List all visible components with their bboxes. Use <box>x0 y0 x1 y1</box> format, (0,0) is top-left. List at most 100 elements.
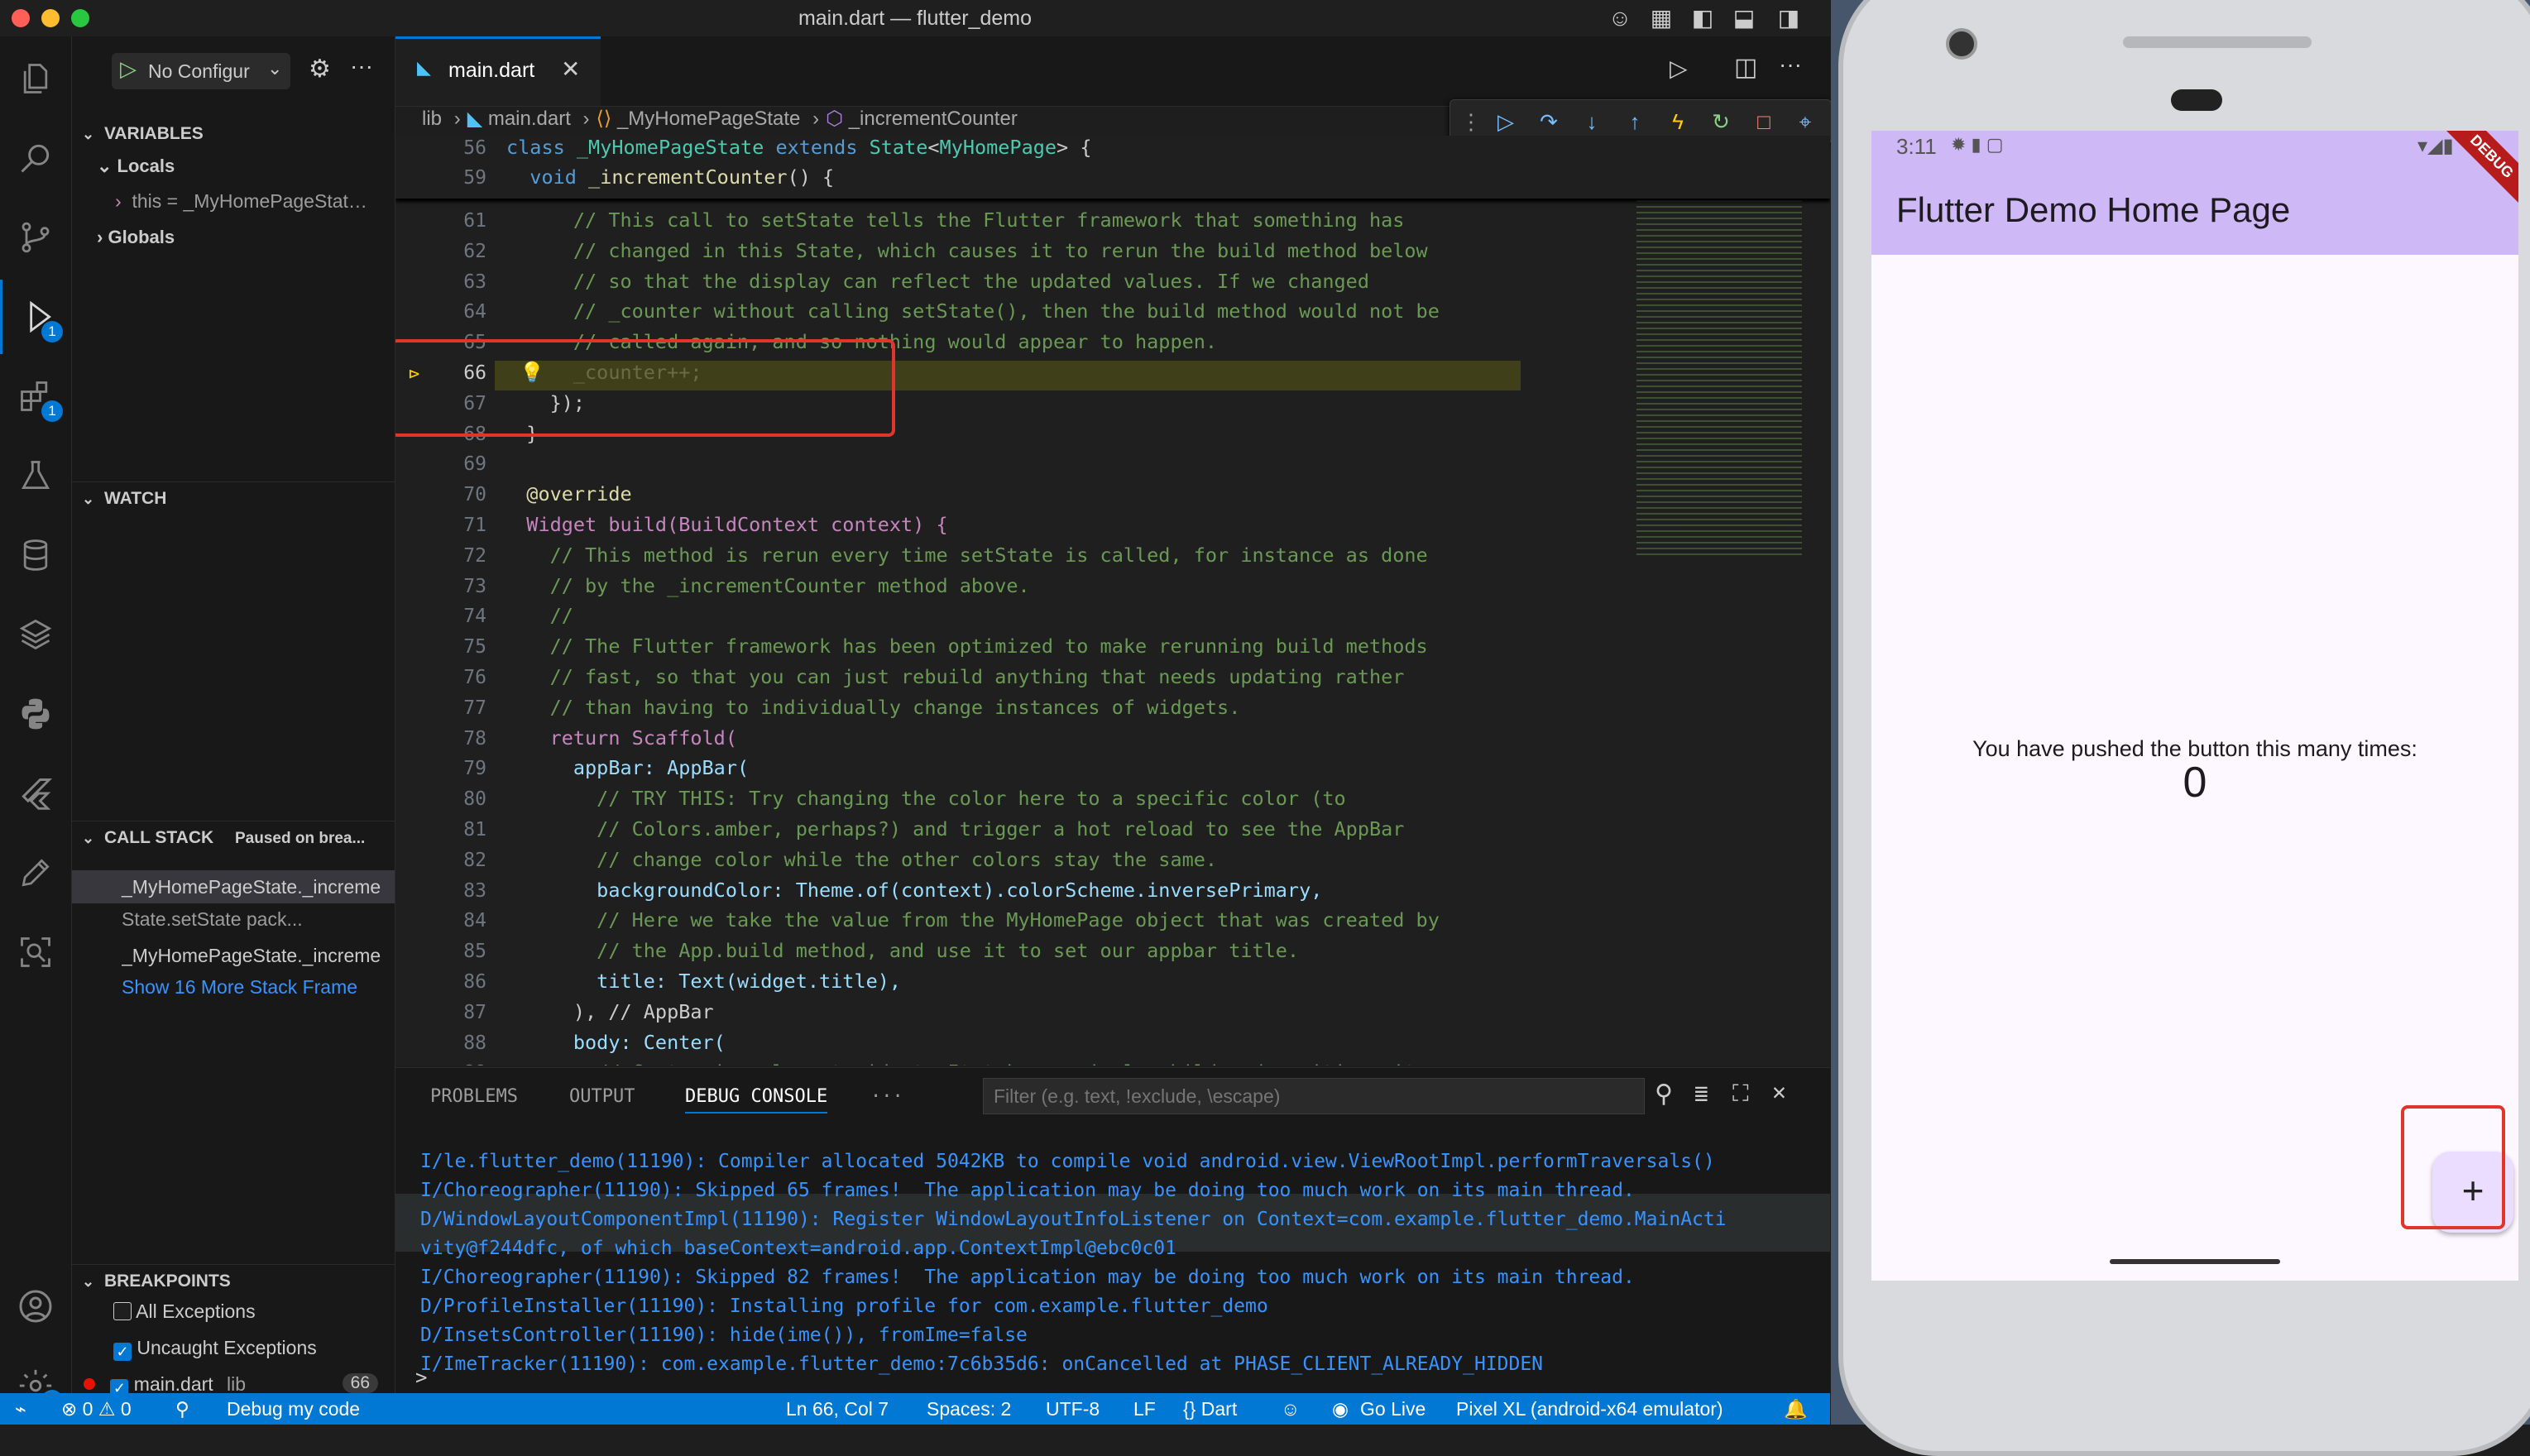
stack-frame[interactable]: _MyHomePageState._increme <box>72 870 395 903</box>
notifications-icon[interactable]: 🔔 <box>1784 1398 1808 1420</box>
globals-scope[interactable]: › Globals <box>97 227 175 248</box>
toggle-sidebar-icon[interactable]: ◧ <box>1688 3 1718 33</box>
breadcrumb-item[interactable]: _MyHomePageState <box>617 108 800 130</box>
line-number: 77 <box>463 697 486 719</box>
breadcrumb-item[interactable]: main.dart <box>488 108 571 130</box>
step-over-icon[interactable]: ↷ <box>1533 107 1564 136</box>
python-icon[interactable] <box>0 677 71 751</box>
database-icon[interactable] <box>0 518 71 592</box>
flutter-icon[interactable] <box>0 756 71 831</box>
layout-icon[interactable]: ▦ <box>1646 3 1676 33</box>
encoding[interactable]: UTF-8 <box>1046 1398 1100 1420</box>
step-out-icon[interactable]: ↑ <box>1619 107 1651 136</box>
checkbox[interactable] <box>113 1302 132 1320</box>
device[interactable]: Pixel XL (android-x64 emulator) <box>1456 1398 1723 1420</box>
line-number: 85 <box>463 941 486 963</box>
source-control-icon[interactable] <box>0 200 71 275</box>
clear-console-icon[interactable]: ≣ <box>1694 1080 1708 1107</box>
more-actions-icon[interactable]: ··· <box>350 53 373 79</box>
breakpoint-uncaught-exceptions[interactable]: ✓ Uncaught Exceptions <box>113 1337 317 1361</box>
remote-icon[interactable]: ⌁ <box>15 1398 26 1420</box>
stack-frame[interactable]: State.setState pack... <box>122 908 303 931</box>
globals-label: Globals <box>108 227 175 247</box>
tab-output[interactable]: OUTPUT <box>569 1086 635 1107</box>
line-number: 82 <box>463 849 486 871</box>
search-icon[interactable]: ⚲ <box>1655 1080 1673 1109</box>
start-debugging-icon[interactable]: ▷ <box>120 56 137 82</box>
continue-icon[interactable]: ▷ <box>1490 107 1521 136</box>
split-editor-icon[interactable]: ◫ <box>1734 53 1757 82</box>
code-line: // than having to individually change in… <box>503 695 1241 719</box>
filter-input[interactable] <box>983 1078 1645 1114</box>
drag-handle-icon[interactable]: ⋮ <box>1455 107 1487 136</box>
line-number: 89 <box>420 1062 486 1066</box>
language-mode[interactable]: {} Dart <box>1183 1398 1237 1420</box>
line-number: 88 <box>463 1032 486 1054</box>
eol[interactable]: LF <box>1133 1398 1156 1420</box>
code-line: // Colors.amber, perhaps?) and trigger a… <box>503 817 1405 841</box>
close-panel-icon[interactable]: ✕ <box>1772 1078 1786 1105</box>
checkbox-checked[interactable]: ✓ <box>113 1343 132 1361</box>
tab-debug-console[interactable]: DEBUG CONSOLE <box>685 1086 828 1114</box>
testing-icon[interactable] <box>0 438 71 513</box>
explorer-icon[interactable] <box>0 41 71 116</box>
more-actions-icon[interactable]: ··· <box>1779 51 1802 78</box>
this-variable[interactable]: › this = _MyHomePageStat… <box>115 190 388 213</box>
copilot-status-icon[interactable]: ☺ <box>1281 1398 1300 1420</box>
minimap[interactable] <box>1636 142 1802 556</box>
more-tabs-icon[interactable]: ··· <box>870 1086 903 1107</box>
stack-frame[interactable]: _MyHomePageState._increme <box>122 945 395 967</box>
sensor <box>2171 89 2222 111</box>
console-line: D/InsetsController(11190): hide(ime()), … <box>420 1324 1028 1346</box>
code-editor[interactable]: 56 class _MyHomePageState extends State<… <box>395 136 1830 1066</box>
scan-icon[interactable] <box>0 915 71 989</box>
breakpoints-section-header[interactable]: ⌄ BREAKPOINTS <box>72 1264 395 1298</box>
breakpoint-all-exceptions[interactable]: All Exceptions <box>113 1300 256 1323</box>
run-debug-actions-icon[interactable]: ▷ <box>1670 55 1688 82</box>
show-more-stack-frames-link[interactable]: Show 16 More Stack Frame <box>122 976 395 999</box>
tab-main-dart[interactable]: ◣ main.dart ✕ <box>395 36 601 106</box>
go-live[interactable]: Go Live <box>1360 1398 1426 1420</box>
variables-section-header[interactable]: ⌄ VARIABLES <box>72 117 395 151</box>
console-prompt[interactable]: > <box>415 1366 427 1389</box>
tab-problems[interactable]: PROBLEMS <box>430 1086 518 1107</box>
restart-icon[interactable]: ↻ <box>1705 107 1737 136</box>
breakpoint-label: Uncaught Exceptions <box>137 1337 317 1358</box>
indentation[interactable]: Spaces: 2 <box>927 1398 1011 1420</box>
breadcrumb-item[interactable]: lib <box>422 108 442 130</box>
edit-icon[interactable] <box>0 836 71 910</box>
editor-tab-bar: ◣ main.dart ✕ ▷ ◫ ··· <box>395 36 1830 107</box>
debug-settings-gear-icon[interactable]: ⚙ <box>309 55 331 84</box>
maximize-panel-icon[interactable]: ⛶ <box>1732 1080 1749 1108</box>
toggle-panel-icon[interactable]: ⬓ <box>1729 3 1759 33</box>
run-debug-icon[interactable]: 1 <box>0 280 71 354</box>
code-line: Widget build(BuildContext context) { <box>503 513 948 536</box>
problems-status[interactable]: ⊗ 0 ⚠ 0 <box>61 1398 132 1420</box>
hot-reload-icon[interactable]: ϟ <box>1662 107 1694 136</box>
run-config-label: No Configur <box>148 60 250 82</box>
toggle-secondary-sidebar-icon[interactable]: ◨ <box>1774 3 1804 33</box>
breadcrumb-item[interactable]: _incrementCounter <box>849 108 1018 130</box>
search-icon[interactable] <box>0 121 71 195</box>
run-config-dropdown[interactable]: ▷ No Configur ⌄ <box>112 53 290 89</box>
copilot-icon[interactable]: ☺ <box>1605 3 1635 33</box>
layers-icon[interactable] <box>0 597 71 672</box>
account-icon[interactable] <box>0 1269 71 1343</box>
close-tab-icon[interactable]: ✕ <box>561 55 580 83</box>
step-into-icon[interactable]: ↓ <box>1576 107 1608 136</box>
locals-scope[interactable]: ⌄ Locals <box>97 156 175 177</box>
debug-status[interactable]: Debug my code <box>227 1398 360 1420</box>
call-stack-section-header[interactable]: ⌄ CALL STACK Paused on brea... <box>72 821 395 855</box>
inspect-widget-icon[interactable]: ⌖ <box>1790 107 1821 136</box>
extensions-icon[interactable]: 1 <box>0 359 71 433</box>
code-line: // fast, so that you can just rebuild an… <box>503 665 1405 688</box>
home-gesture-bar[interactable] <box>2110 1259 2280 1264</box>
counter-value: 0 <box>2183 759 2207 807</box>
line-number: 79 <box>463 758 486 780</box>
code-line: // <box>503 604 573 628</box>
stop-icon[interactable]: □ <box>1748 107 1780 136</box>
line-number: 62 <box>463 240 486 262</box>
cursor-position[interactable]: Ln 66, Col 7 <box>786 1398 889 1420</box>
line-number: 73 <box>463 575 486 597</box>
watch-section-header[interactable]: ⌄ WATCH <box>72 481 395 515</box>
